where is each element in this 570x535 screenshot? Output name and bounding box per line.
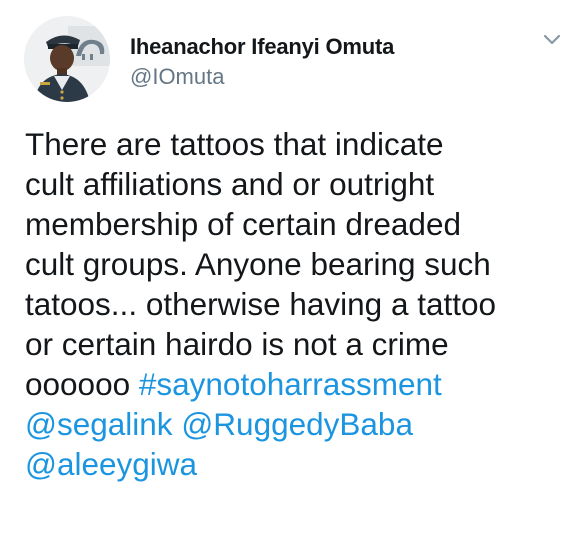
- tweet-text-line: or certain hairdo is not a crime: [25, 326, 449, 362]
- mention-link[interactable]: @segalink: [25, 406, 173, 442]
- author-avatar[interactable]: [24, 16, 110, 102]
- tweet-text: There are tattoos that indicate cult aff…: [25, 124, 565, 484]
- tweet-text-line: cult affiliations and or outright: [25, 166, 435, 202]
- tweet-text-line: cult groups. Anyone bearing such: [25, 246, 491, 282]
- tweet-card: Iheanachor Ifeanyi Omuta @IOmuta There a…: [0, 0, 570, 535]
- tweet-header: Iheanachor Ifeanyi Omuta @IOmuta: [130, 34, 394, 90]
- tweet-text-fragment: oooooo: [25, 366, 139, 402]
- chevron-down-icon: [543, 34, 561, 45]
- mention-link[interactable]: @aleeygiwa: [25, 446, 197, 482]
- hashtag-link[interactable]: #saynotoharrassment: [139, 366, 442, 402]
- author-handle[interactable]: @IOmuta: [130, 64, 394, 90]
- tweet-text-line: oooooo #saynotoharrassment: [25, 364, 565, 404]
- tweet-text-line: membership of certain dreaded: [25, 206, 461, 242]
- tweet-text-line: tatoos... otherwise having a tattoo: [25, 286, 497, 322]
- user-avatar: [24, 16, 110, 102]
- tweet-text-line: @segalink @RuggedyBaba: [25, 404, 565, 444]
- mention-link[interactable]: @RuggedyBaba: [181, 406, 413, 442]
- tweet-text-line: There are tattoos that indicate: [25, 126, 444, 162]
- author-display-name[interactable]: Iheanachor Ifeanyi Omuta: [130, 34, 394, 60]
- tweet-text-line: @aleeygiwa: [25, 444, 565, 484]
- tweet-menu-button[interactable]: [540, 30, 564, 50]
